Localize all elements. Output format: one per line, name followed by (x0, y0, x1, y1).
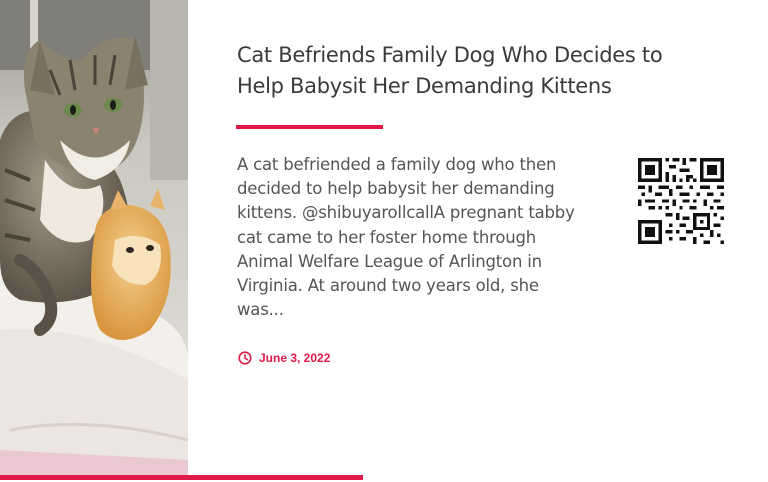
post-date[interactable]: June 3, 2022 (238, 350, 330, 366)
article-excerpt: A cat befriended a family dog who then d… (237, 155, 575, 320)
qr-code-icon (638, 158, 724, 244)
bottom-accent-bar (0, 475, 363, 480)
clock-icon (238, 351, 252, 365)
title-underline (236, 125, 383, 129)
article-title[interactable]: Cat Befriends Family Dog Who Decides to … (237, 40, 707, 102)
article-thumbnail[interactable] (0, 0, 188, 475)
date-text[interactable]: June 3, 2022 (259, 351, 330, 365)
